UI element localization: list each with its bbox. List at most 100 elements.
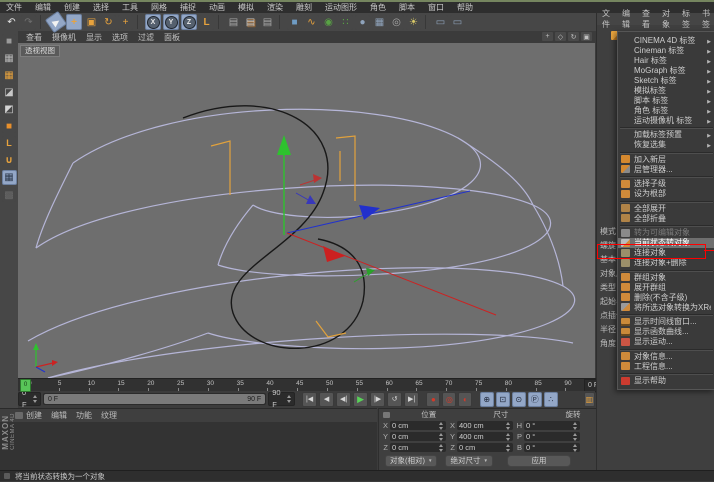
previous-key-button[interactable]: ◀: [319, 392, 334, 407]
timeline-tick[interactable]: 35: [237, 380, 267, 387]
timeline-range-scrollbar[interactable]: 0 F 90 F: [43, 393, 266, 405]
lock-z-icon[interactable]: Z: [181, 14, 197, 30]
apply-button[interactable]: 应用: [507, 455, 571, 467]
lock-y-icon[interactable]: Y: [163, 14, 179, 30]
coordinate-mode-dropdown[interactable]: 对象(相对): [385, 455, 437, 467]
menubar-item[interactable]: 文件: [6, 2, 22, 13]
redo-icon[interactable]: ↷: [21, 15, 36, 30]
live-selection-icon[interactable]: ▶: [45, 11, 67, 33]
toolbar-separator[interactable]: [425, 15, 429, 29]
spinner-icon[interactable]: [573, 433, 578, 441]
magnet-icon[interactable]: ∪: [2, 153, 16, 167]
menu-show-fcurve[interactable]: 显示函数曲线...: [618, 327, 714, 337]
menubar-item[interactable]: 角色: [370, 2, 386, 13]
timeline-tick[interactable]: 75: [475, 380, 505, 387]
menu-delete-without-children[interactable]: 删除(不含子级): [618, 292, 714, 302]
edge-mode-icon[interactable]: ◪: [2, 85, 16, 99]
autokey-button[interactable]: ◎: [442, 392, 456, 407]
menu-cinema4d-tags[interactable]: CINEMA 4D 标签: [618, 35, 714, 45]
menu-hair-tags[interactable]: Hair 标签: [618, 55, 714, 65]
lock-x-icon[interactable]: X: [145, 14, 161, 30]
object-manager-menu-item[interactable]: 标签: [682, 8, 695, 30]
floor-icon[interactable]: ▦: [372, 15, 387, 30]
spline-pen-icon[interactable]: ∿: [304, 15, 319, 30]
coordinate-system-icon[interactable]: L: [199, 15, 214, 30]
object-manager-menu-item[interactable]: 书签: [702, 8, 714, 30]
mograph-cloner-icon[interactable]: ∷: [338, 15, 353, 30]
menubar-item[interactable]: 渲染: [267, 2, 283, 13]
menubar-item[interactable]: 创建: [64, 2, 80, 13]
viewport-tab-perspective[interactable]: 透视视图: [20, 45, 60, 57]
menubar-item[interactable]: 脚本: [399, 2, 415, 13]
goto-end-button[interactable]: ▶|: [404, 392, 419, 407]
spinner-icon[interactable]: [573, 444, 578, 452]
pan-view-icon[interactable]: +: [542, 32, 553, 41]
play-button[interactable]: ▶: [353, 392, 368, 407]
menu-object-information[interactable]: 对象信息...: [618, 351, 714, 361]
render-settings-icon[interactable]: ▤: [260, 15, 275, 30]
menubar-item[interactable]: 运动图形: [325, 2, 357, 13]
current-frame-marker[interactable]: 0: [20, 379, 31, 392]
timeline-tick[interactable]: 20: [147, 380, 177, 387]
position-field[interactable]: 0 cm: [390, 443, 446, 452]
material-tab[interactable]: 创建: [26, 410, 42, 421]
menu-layer-manager[interactable]: 层管理器...: [618, 164, 714, 174]
spinner-icon[interactable]: [439, 444, 444, 452]
timeline-tick[interactable]: 10: [88, 380, 118, 387]
subdivision-surface-icon[interactable]: ◉: [321, 15, 336, 30]
menu-set-as-root[interactable]: 设为根部: [618, 189, 714, 199]
timeline-options-icon[interactable]: ▥: [584, 392, 595, 407]
menu-group-objects[interactable]: 群组对象: [618, 272, 714, 282]
menu-show-timeline-window[interactable]: 显示时间线窗口...: [618, 317, 714, 327]
timeline-tick[interactable]: 70: [445, 380, 475, 387]
toggle-view-icon[interactable]: ▣: [581, 32, 592, 41]
menu-connect-objects-delete[interactable]: 连接对象+删除: [618, 258, 714, 268]
viewport-menu-item[interactable]: 显示: [86, 32, 102, 43]
menu-load-tag-preset[interactable]: 加载标签预置: [618, 130, 714, 140]
goto-start-button[interactable]: |◀: [302, 392, 317, 407]
rotate-view-icon[interactable]: ↻: [568, 32, 579, 41]
timeline-tick[interactable]: 55: [356, 380, 386, 387]
key-position-toggle[interactable]: ⊕: [480, 392, 494, 407]
object-mode-icon[interactable]: ■: [2, 119, 16, 133]
toolbar-separator[interactable]: [279, 15, 283, 29]
material-tab[interactable]: 功能: [76, 410, 92, 421]
menu-select-children[interactable]: 选择子级: [618, 179, 714, 189]
window-layout-icon[interactable]: ▭: [433, 15, 448, 30]
texture-mode-icon[interactable]: ▦: [2, 51, 16, 65]
toolbar-separator[interactable]: [137, 15, 141, 29]
menu-motion-camera-tags[interactable]: 运动摄像机 标签: [618, 115, 714, 125]
key-pla-toggle[interactable]: ∴: [544, 392, 558, 407]
viewport-menu-item[interactable]: 选项: [112, 32, 128, 43]
size-field[interactable]: 400 cm: [457, 421, 513, 430]
timeline-tick[interactable]: 15: [117, 380, 147, 387]
timeline-tick[interactable]: 65: [415, 380, 445, 387]
menu-convert-to-xref[interactable]: 将所选对象转换为XRef: [618, 302, 714, 312]
window-layout-icon[interactable]: ▭: [450, 15, 465, 30]
toolbar-separator[interactable]: [40, 15, 44, 29]
spinner-icon[interactable]: [506, 433, 511, 441]
timeline-tick[interactable]: 0: [28, 380, 58, 387]
camera-icon[interactable]: ◎: [389, 15, 404, 30]
menu-character-tags[interactable]: 角色 标签: [618, 105, 714, 115]
menubar-item[interactable]: 窗口: [428, 2, 444, 13]
render-picture-viewer-icon[interactable]: ▤: [243, 15, 258, 30]
object-manager-menu-item[interactable]: 查看: [642, 8, 655, 30]
enable-snap-icon[interactable]: ▦: [2, 170, 17, 185]
menu-cineman-tags[interactable]: Cineman 标签: [618, 45, 714, 55]
timeline-tick[interactable]: 80: [505, 380, 535, 387]
menu-connect-objects[interactable]: 连接对象: [618, 248, 714, 258]
last-tool-icon[interactable]: +: [118, 15, 133, 30]
current-frame-field[interactable]: 0 F: [18, 392, 41, 406]
timeline-tick[interactable]: 25: [177, 380, 207, 387]
menu-unfold-all[interactable]: 全部展开: [618, 203, 714, 213]
convert-editable-icon[interactable]: ■: [2, 34, 16, 48]
menu-mograph-tags[interactable]: MoGraph 标签: [618, 65, 714, 75]
timeline-tick[interactable]: 5: [58, 380, 88, 387]
menubar-item[interactable]: 网格: [151, 2, 167, 13]
menubar-item[interactable]: 帮助: [457, 2, 473, 13]
timeline-tick[interactable]: 45: [296, 380, 326, 387]
size-mode-dropdown[interactable]: 绝对尺寸: [445, 455, 492, 467]
menu-restore-selection[interactable]: 恢复选集: [618, 140, 714, 150]
timeline-tick[interactable]: 40: [266, 380, 296, 387]
